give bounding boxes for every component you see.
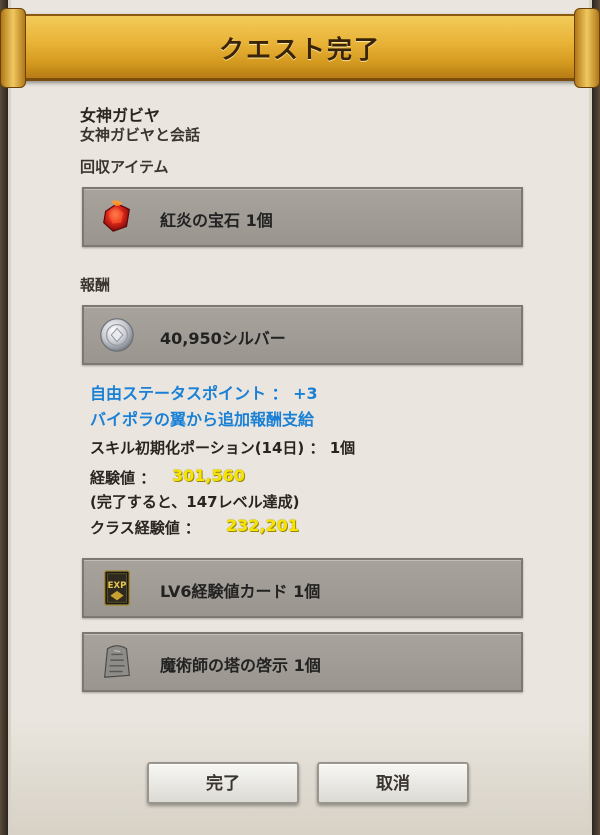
cancel-button[interactable]: 取消 [317, 762, 469, 804]
reward-item-label: 魔術師の塔の啓示 1個 [160, 656, 321, 675]
silver-reward-slot[interactable]: 40,950シルバー [82, 305, 523, 365]
exp-label: 経験値 ： [90, 469, 156, 487]
reward-item-slot[interactable]: EXP LV6経験値カード 1個 [82, 558, 523, 618]
class-exp-label: クラス経験値 ： [90, 519, 200, 537]
dialog-title: クエスト完了 [218, 35, 381, 64]
collect-item-slot[interactable]: 紅炎の宝石 1個 [82, 187, 523, 247]
stat-points-text: 自由ステータスポイント ： +3 [90, 384, 318, 403]
quest-description: 女神ガビヤと会話 [80, 126, 201, 144]
class-exp-value: 232,201 [226, 516, 299, 535]
reward-item-label: LV6経験値カード 1個 [160, 582, 321, 601]
reward-label: 報酬 [80, 276, 111, 294]
exp-card-icon: EXP [103, 570, 131, 606]
stone-tablet-icon [104, 645, 130, 678]
title-banner: クエスト完了 [0, 8, 600, 88]
silver-coin-icon [100, 318, 134, 352]
exp-note: (完了すると、147レベル達成) [90, 493, 300, 511]
bonus-reward-title: バイポラの翼から追加報酬支給 [90, 410, 315, 429]
collect-items-label: 回収アイテム [80, 158, 169, 176]
exp-value: 301,560 [172, 466, 245, 485]
reward-item-slot[interactable]: 魔術師の塔の啓示 1個 [82, 632, 523, 692]
quest-name: 女神ガビヤ [80, 106, 161, 125]
silver-reward-label: 40,950シルバー [160, 329, 286, 348]
collect-item-label: 紅炎の宝石 1個 [160, 211, 273, 230]
complete-button[interactable]: 完了 [147, 762, 299, 804]
bonus-reward-item: スキル初期化ポーション(14日) ： 1個 [90, 439, 356, 457]
red-gem-icon [103, 200, 130, 232]
svg-text:EXP: EXP [108, 581, 127, 591]
